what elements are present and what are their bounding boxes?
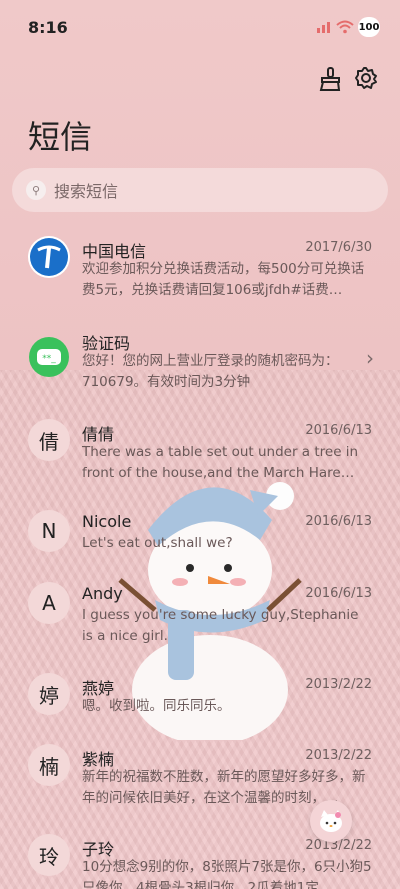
message-date: 2013/2/22 <box>305 677 372 692</box>
message-row[interactable]: 楠 紫楠 2013/2/22 新年的祝福数不胜数，新年的愿望好多好多，新年的问候… <box>0 744 400 808</box>
sender-name: Andy <box>82 584 123 603</box>
kitty-icon <box>320 810 342 832</box>
message-row[interactable]: A Andy 2016/6/13 I guess you're some luc… <box>0 582 400 646</box>
chevron-right-icon: › <box>366 346 374 370</box>
avatar: 玲 <box>28 834 70 876</box>
message-snippet: 欢迎参加积分兑换话费活动，每500分可兑换话费5元，兑换话费请回复106或jfd… <box>82 261 365 298</box>
signal-icon <box>317 22 330 33</box>
clean-brush-icon[interactable] <box>318 66 342 92</box>
messages-screen: 8:16 100 短信 ⚲ 搜索短信 中国电信 2017/6/30 欢迎参加积分… <box>0 0 400 889</box>
message-date: 2016/6/13 <box>305 514 372 529</box>
message-row[interactable]: **_ 验证码 您好！您的网上营业厅登录的随机密码为：710679。有效时间为3… <box>0 328 400 390</box>
message-snippet: 嗯。收到啦。同乐同乐。 <box>82 698 231 714</box>
avatar: N <box>28 510 70 552</box>
compose-button[interactable] <box>310 800 352 842</box>
wifi-icon <box>336 20 354 34</box>
message-date: 2013/2/22 <box>305 748 372 763</box>
message-row[interactable]: 中国电信 2017/6/30 欢迎参加积分兑换话费活动，每500分可兑换话费5元… <box>0 236 400 308</box>
message-snippet: 您好！您的网上营业厅登录的随机密码为：710679。有效时间为3分钟 <box>82 353 339 390</box>
search-input[interactable]: ⚲ 搜索短信 <box>12 168 388 212</box>
avatar: 婷 <box>28 673 70 715</box>
message-snippet: There was a table set out under a tree i… <box>82 444 359 481</box>
telecom-logo-icon <box>28 236 70 278</box>
message-row[interactable]: 玲 子玲 2013/2/22 10分想念9别的你，8张照片7张是你，6只小狗5只… <box>0 834 400 889</box>
message-row[interactable]: 婷 燕婷 2013/2/22 嗯。收到啦。同乐同乐。 <box>0 673 400 721</box>
message-snippet: I guess you're some lucky guy,Stephanie … <box>82 607 359 644</box>
message-snippet: 10分想念9别的你，8张照片7张是你，6只小狗5只像你，4根骨头3根归你，2瓜着… <box>82 859 372 889</box>
svg-text:**_: **_ <box>42 354 56 364</box>
message-date: 2017/6/30 <box>305 240 372 255</box>
avatar: 倩 <box>28 419 70 461</box>
verification-code-icon: **_ <box>29 337 69 377</box>
avatar: A <box>28 582 70 624</box>
message-date: 2016/6/13 <box>305 586 372 601</box>
status-time: 8:16 <box>28 18 68 37</box>
message-date: 2016/6/13 <box>305 423 372 438</box>
message-row[interactable]: N Nicole 2016/6/13 Let's eat out,shall w… <box>0 510 400 558</box>
message-row[interactable]: 倩 倩倩 2016/6/13 There was a table set out… <box>0 419 400 483</box>
message-snippet: Let's eat out,shall we? <box>82 535 233 551</box>
battery-indicator: 100 <box>358 17 380 37</box>
search-icon: ⚲ <box>26 180 46 200</box>
avatar: 楠 <box>28 744 70 786</box>
status-bar: 8:16 100 <box>0 0 400 52</box>
sender-name: Nicole <box>82 512 132 531</box>
page-title: 短信 <box>28 118 93 156</box>
search-placeholder: 搜索短信 <box>54 182 119 201</box>
gear-icon[interactable] <box>354 66 378 90</box>
